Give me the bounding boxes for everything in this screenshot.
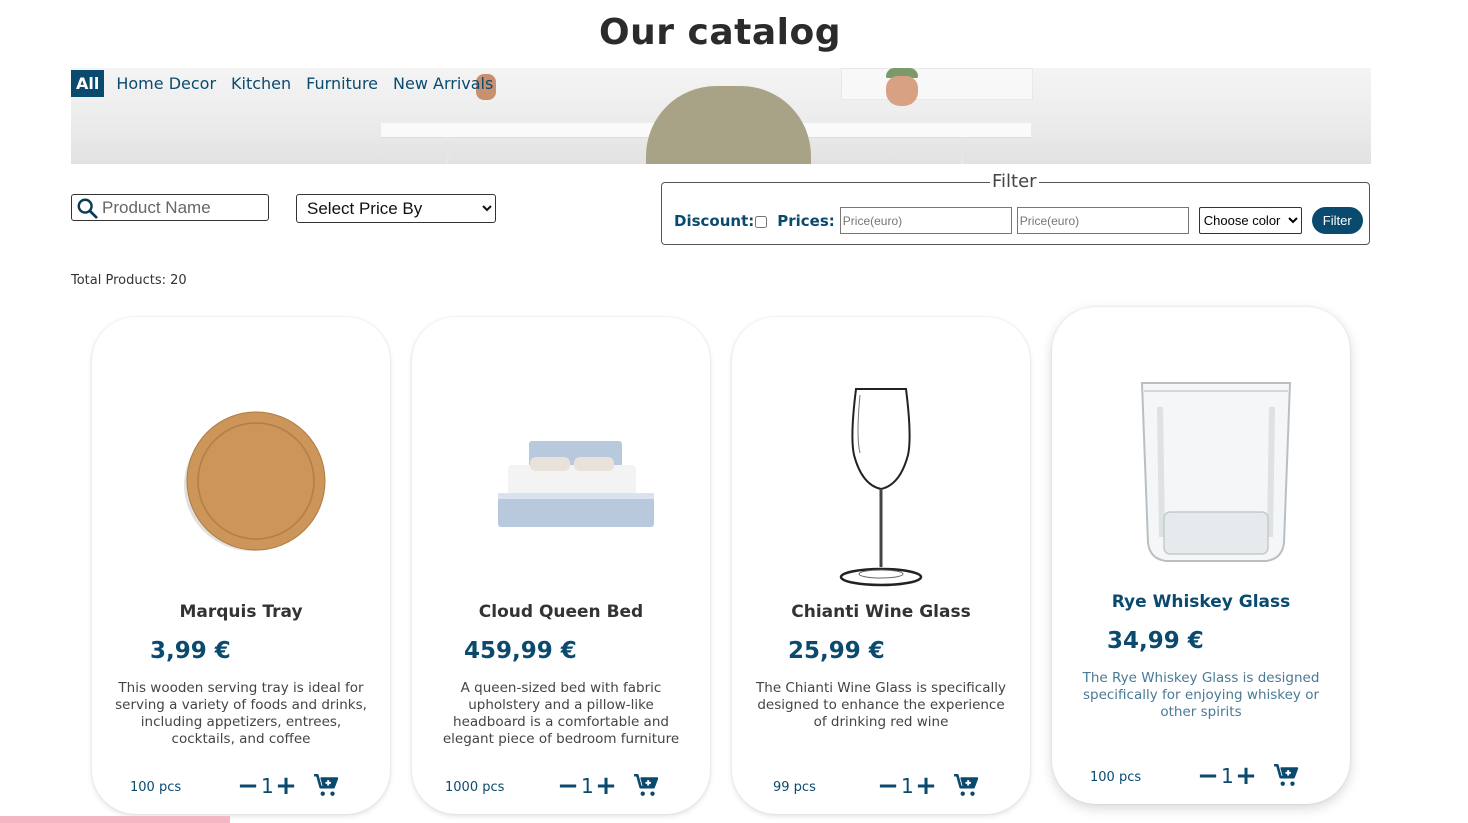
price-sort-select[interactable]: Select Price By — [296, 194, 496, 223]
product-stock: 100 pcs — [1090, 770, 1142, 785]
prices-label: Prices: — [777, 211, 835, 230]
product-stock: 100 pcs — [130, 780, 182, 795]
max-price-input[interactable] — [1016, 207, 1189, 234]
total-products: Total Products: 20 — [71, 273, 187, 288]
product-image-wine-glass — [839, 388, 923, 587]
tab-home-decor[interactable]: Home Decor — [109, 70, 223, 97]
filter-panel: Filter Discount: Prices: Choose color Fi… — [661, 171, 1370, 245]
tab-all[interactable]: All — [71, 70, 105, 97]
increase-button[interactable]: + — [915, 773, 937, 799]
quantity-value: 1 — [901, 774, 914, 798]
filter-legend: Filter — [990, 171, 1039, 192]
quantity-value: 1 — [1221, 764, 1234, 788]
product-description: The Rye Whiskey Glass is designed specif… — [1082, 670, 1320, 720]
product-price: 25,99 € — [788, 638, 885, 664]
tab-new-arrivals[interactable]: New Arrivals — [386, 70, 500, 97]
search-icon — [77, 198, 98, 219]
product-name: Chianti Wine Glass — [791, 602, 971, 622]
min-price-input[interactable] — [839, 207, 1012, 234]
category-tabs: All Home Decor Kitchen Furniture New Arr… — [71, 68, 501, 99]
product-price: 459,99 € — [464, 638, 577, 664]
quantity-stepper: − 1 + — [1197, 762, 1257, 790]
product-price: 3,99 € — [150, 638, 231, 664]
tab-furniture[interactable]: Furniture — [299, 70, 385, 97]
product-price: 34,99 € — [1107, 628, 1204, 654]
color-select[interactable]: Choose color — [1198, 207, 1302, 234]
search-input[interactable] — [100, 196, 264, 219]
product-image-wooden-tray — [184, 411, 326, 551]
quantity-value: 1 — [261, 774, 274, 798]
product-card: Marquis Tray 3,99 € This wooden serving … — [92, 317, 390, 814]
product-stock: 99 pcs — [773, 780, 816, 795]
product-image-bed — [498, 441, 654, 527]
quantity-stepper: − 1 + — [237, 772, 297, 800]
decrease-button[interactable]: − — [237, 773, 259, 799]
increase-button[interactable]: + — [595, 773, 617, 799]
add-to-cart-icon[interactable] — [313, 772, 339, 798]
discount-label: Discount: — [674, 211, 755, 230]
decrease-button[interactable]: − — [877, 773, 899, 799]
filter-button[interactable]: Filter — [1311, 207, 1363, 234]
decrease-button[interactable]: − — [557, 773, 579, 799]
product-name: Marquis Tray — [179, 602, 303, 622]
product-card: Rye Whiskey Glass 34,99 € The Rye Whiske… — [1052, 307, 1350, 804]
product-name: Rye Whiskey Glass — [1111, 592, 1291, 612]
product-name: Cloud Queen Bed — [478, 602, 644, 622]
product-card: Cloud Queen Bed 459,99 € A queen-sized b… — [412, 317, 710, 814]
page-title: Our catalog — [599, 12, 841, 53]
add-to-cart-icon[interactable] — [953, 772, 979, 798]
product-description: This wooden serving tray is ideal for se… — [115, 680, 367, 747]
quantity-stepper: − 1 + — [877, 772, 937, 800]
quantity-stepper: − 1 + — [557, 772, 617, 800]
decrease-button[interactable]: − — [1197, 763, 1219, 789]
quantity-value: 1 — [581, 774, 594, 798]
product-description: A queen-sized bed with fabric upholstery… — [442, 680, 680, 747]
increase-button[interactable]: + — [275, 773, 297, 799]
product-card: Chianti Wine Glass 25,99 € The Chianti W… — [732, 317, 1030, 814]
debug-bar — [0, 816, 230, 823]
product-description: The Chianti Wine Glass is specifically d… — [756, 680, 1006, 730]
increase-button[interactable]: + — [1235, 763, 1257, 789]
discount-checkbox[interactable] — [755, 215, 768, 228]
search-box — [71, 194, 269, 221]
add-to-cart-icon[interactable] — [633, 772, 659, 798]
product-stock: 1000 pcs — [445, 780, 505, 795]
add-to-cart-icon[interactable] — [1273, 762, 1299, 788]
tab-kitchen[interactable]: Kitchen — [224, 70, 298, 97]
product-image-whiskey-glass — [1140, 382, 1292, 562]
